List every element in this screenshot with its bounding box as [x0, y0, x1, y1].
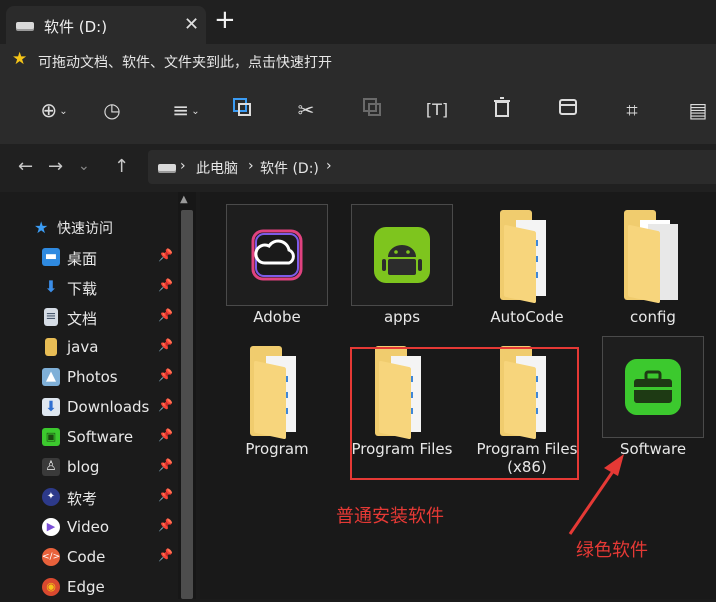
pin-icon: 📌 [158, 248, 173, 262]
sidebar-item-blog[interactable]: ♙ blog 📌 [0, 452, 176, 482]
user-icon: ♙ [42, 458, 60, 476]
drive-icon [16, 22, 34, 29]
sidebar-item-download[interactable]: ⬇ 下载 📌 [0, 272, 176, 302]
sidebar-item-edge[interactable]: ◉ Edge [0, 572, 176, 602]
delete-icon[interactable] [488, 96, 516, 124]
pin-icon: 📌 [158, 278, 173, 292]
address-bar: ← → ⌄ ↑ › 此电脑 › 软件 (D:) › [0, 144, 716, 192]
recent-icon[interactable]: ◷ [98, 96, 126, 124]
pin-icon: 📌 [158, 368, 173, 382]
new-tab-button[interactable]: + [214, 7, 236, 33]
video-icon: ▶ [42, 518, 60, 536]
tab-drive-d[interactable]: 软件 (D:) ✕ [6, 6, 206, 44]
pin-icon: 📌 [158, 458, 173, 472]
up-icon[interactable]: ↑ [114, 156, 129, 177]
crumb-drive-d[interactable]: 软件 (D:) [260, 158, 319, 178]
back-icon[interactable]: ← [18, 156, 33, 177]
toolbar: ⊕ ⌄ ◷ ≡ ⌄ ✂ [T] ⌗ ▤ [0, 78, 716, 144]
close-icon[interactable]: ✕ [184, 14, 199, 35]
sidebar-item-label: 软考 [67, 490, 98, 508]
sidebar-item-label: Video [67, 518, 110, 536]
sidebar-item-photos[interactable]: ▲ Photos 📌 [0, 362, 176, 392]
folder-icon [45, 338, 57, 356]
pin-icon: 📌 [158, 308, 173, 322]
sidebar-item-label: 下载 [67, 280, 98, 298]
paste-icon[interactable] [358, 96, 386, 124]
sidebar-item-code[interactable]: </> Code 📌 [0, 542, 176, 572]
sidebar-item-label: 桌面 [67, 250, 98, 268]
sidebar-item-label: 文档 [67, 310, 98, 328]
copy-icon[interactable] [228, 96, 256, 124]
rename-icon[interactable]: [T] [420, 96, 454, 124]
sidebar-scrollbar[interactable]: ▲ [178, 192, 196, 599]
favorites-hint: 可拖动文档、软件、文件夹到此，点击快速打开 [38, 55, 332, 71]
document-icon: ≡ [44, 308, 58, 326]
star-icon: ★ [12, 49, 28, 69]
code-icon: </> [42, 548, 60, 566]
pin-icon: 📌 [158, 428, 173, 442]
pin-icon: 📌 [158, 548, 173, 562]
pin-icon: 📌 [158, 488, 173, 502]
toolbox-icon: ▣ [42, 428, 60, 446]
sidebar-item-documents[interactable]: ≡ 文档 📌 [0, 302, 176, 332]
crop-icon[interactable]: ⌗ [618, 96, 646, 124]
sidebar-item-label: Software [67, 428, 134, 446]
crumb-separator: › [248, 158, 254, 174]
sidebar-item-label: Edge [67, 578, 105, 596]
breadcrumb[interactable]: › 此电脑 › 软件 (D:) › [148, 150, 716, 184]
sidebar-item-label: Downloads [67, 398, 150, 416]
crumb-this-pc[interactable]: 此电脑 [196, 158, 238, 178]
desktop-icon: ▬ [42, 248, 60, 266]
navigation-pane: ★ 快速访问 ▬ 桌面 📌 ⬇ 下载 📌 ≡ 文档 📌 java 📌 ▲ Pho… [0, 192, 200, 599]
sidebar-item-label: java [67, 338, 99, 356]
forward-icon[interactable]: → [48, 156, 63, 177]
sidebar-item-exam[interactable]: ✦ 软考 📌 [0, 482, 176, 512]
sidebar-item-label: 快速访问 [57, 221, 113, 237]
pin-icon: 📌 [158, 398, 173, 412]
sidebar-item-label: blog [67, 458, 100, 476]
annotation-box [350, 347, 579, 480]
quick-access-star-icon: ★ [34, 218, 49, 237]
exam-icon: ✦ [42, 488, 60, 506]
pin-icon: 📌 [158, 518, 173, 532]
sidebar-item-quick-access[interactable]: ★ 快速访问 [0, 212, 176, 242]
crumb-separator: › [326, 158, 332, 174]
cut-icon[interactable]: ✂ [292, 96, 320, 124]
sidebar-item-desktop[interactable]: ▬ 桌面 📌 [0, 242, 176, 272]
tab-bar: 软件 (D:) ✕ + [0, 0, 716, 44]
pin-icon: 📌 [158, 338, 173, 352]
annotation-normal-install: 普通安装软件 [336, 506, 444, 527]
scrollbar-thumb[interactable] [181, 210, 193, 599]
crumb-separator: › [180, 158, 186, 174]
drive-icon [158, 164, 176, 171]
sidebar-item-downloads[interactable]: ⬇ Downloads 📌 [0, 392, 176, 422]
download-icon: ⬇ [44, 277, 58, 296]
edge-icon: ◉ [42, 578, 60, 596]
properties-icon[interactable]: ▤ [684, 96, 712, 124]
sidebar-item-software[interactable]: ▣ Software 📌 [0, 422, 176, 452]
sidebar-item-video[interactable]: ▶ Video 📌 [0, 512, 176, 542]
annotation-portable: 绿色软件 [576, 540, 648, 561]
scroll-up-icon[interactable]: ▲ [180, 194, 188, 205]
tab-title: 软件 (D:) [44, 18, 108, 36]
new-window-icon[interactable] [554, 96, 582, 124]
new-item-button[interactable]: ⊕ ⌄ [34, 96, 74, 124]
sidebar-item-label: Photos [67, 368, 118, 386]
history-dropdown-icon[interactable]: ⌄ [78, 158, 90, 174]
favorites-bar: ★ 可拖动文档、软件、文件夹到此，点击快速打开 [0, 44, 716, 78]
sidebar-item-label: Code [67, 548, 106, 566]
photos-icon: ▲ [42, 368, 60, 386]
view-menu-button[interactable]: ≡ ⌄ [166, 96, 206, 124]
downloads-icon: ⬇ [42, 398, 60, 416]
sidebar-item-java[interactable]: java 📌 [0, 332, 176, 362]
